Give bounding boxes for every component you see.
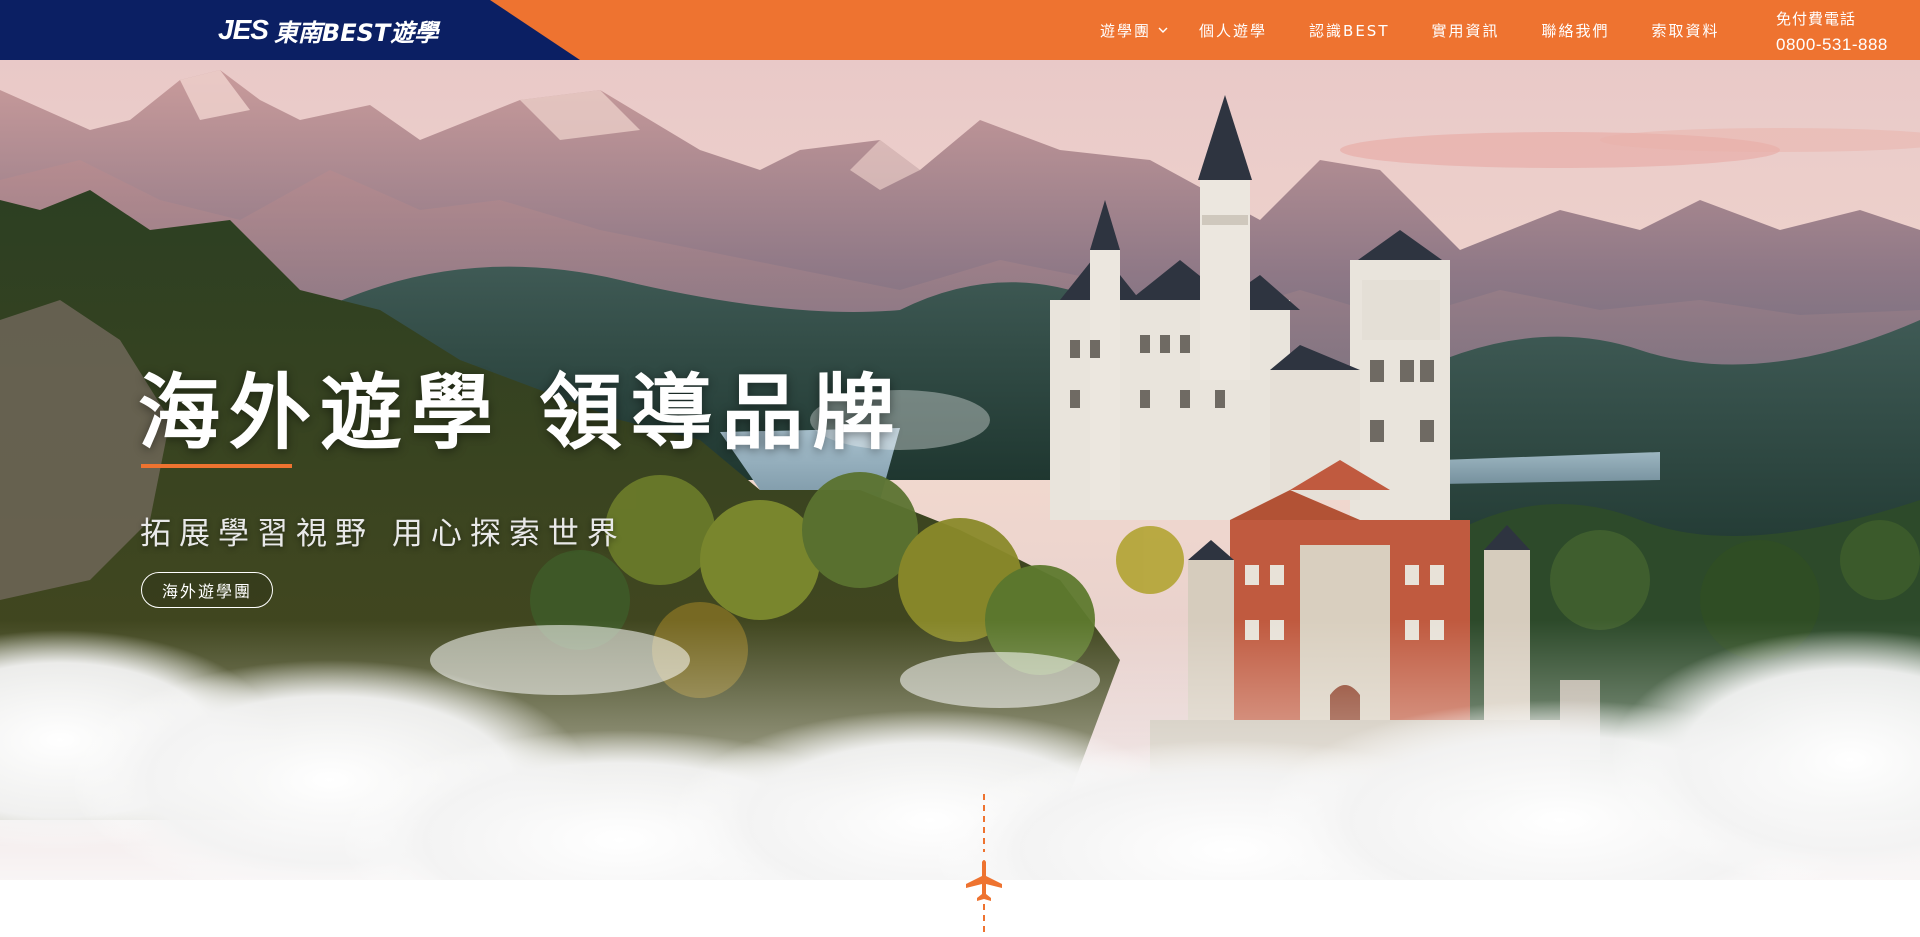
nav-item-info[interactable]: 實用資訊	[1431, 20, 1499, 41]
hero-title-underline	[141, 464, 292, 468]
logo-text: 東南BEST遊學	[273, 18, 439, 47]
nav-item-tours[interactable]: 遊學團	[1100, 20, 1169, 41]
phone-contact[interactable]: 免付費電話 0800-531-888	[1776, 8, 1888, 55]
site-header: JES 東南BEST遊學 遊學團 個人遊學 認識BEST 實用資訊 聯絡我們 索…	[0, 0, 1920, 60]
site-logo[interactable]: JES 東南BEST遊學	[218, 12, 438, 48]
scroll-down-cue[interactable]	[962, 794, 1006, 937]
nav-item-label: 索取資料	[1651, 21, 1720, 40]
hero-subtitle: 拓展學習視野 用心探索世界	[140, 516, 626, 552]
nav-item-label: 聯絡我們	[1541, 21, 1610, 40]
nav-item-label: 認識BEST	[1309, 21, 1390, 40]
phone-number: 0800-531-888	[1776, 35, 1888, 54]
nav-item-contact[interactable]: 聯絡我們	[1542, 20, 1610, 41]
logo-mark: JES	[218, 14, 269, 45]
nav-item-label: 個人遊學	[1199, 21, 1268, 40]
nav-item-label: 實用資訊	[1431, 21, 1500, 40]
nav-item-request[interactable]: 索取資料	[1652, 20, 1720, 41]
hero-background-image	[0, 60, 1920, 937]
nav-item-about[interactable]: 認識BEST	[1309, 20, 1389, 41]
chevron-down-icon	[1158, 27, 1168, 33]
phone-label: 免付費電話	[1776, 10, 1857, 28]
nav-item-individual[interactable]: 個人遊學	[1199, 20, 1267, 41]
nav-item-label: 遊學團	[1100, 21, 1152, 40]
tours-cta-button[interactable]: 海外遊學團	[141, 572, 273, 608]
main-nav: 遊學團 個人遊學 認識BEST 實用資訊 聯絡我們 索取資料	[1100, 0, 1762, 60]
hero-banner: 海外遊學 領導品牌 拓展學習視野 用心探索世界 海外遊學團	[0, 60, 1920, 937]
hero-title: 海外遊學 領導品牌	[138, 366, 904, 461]
airplane-icon	[966, 860, 1002, 901]
